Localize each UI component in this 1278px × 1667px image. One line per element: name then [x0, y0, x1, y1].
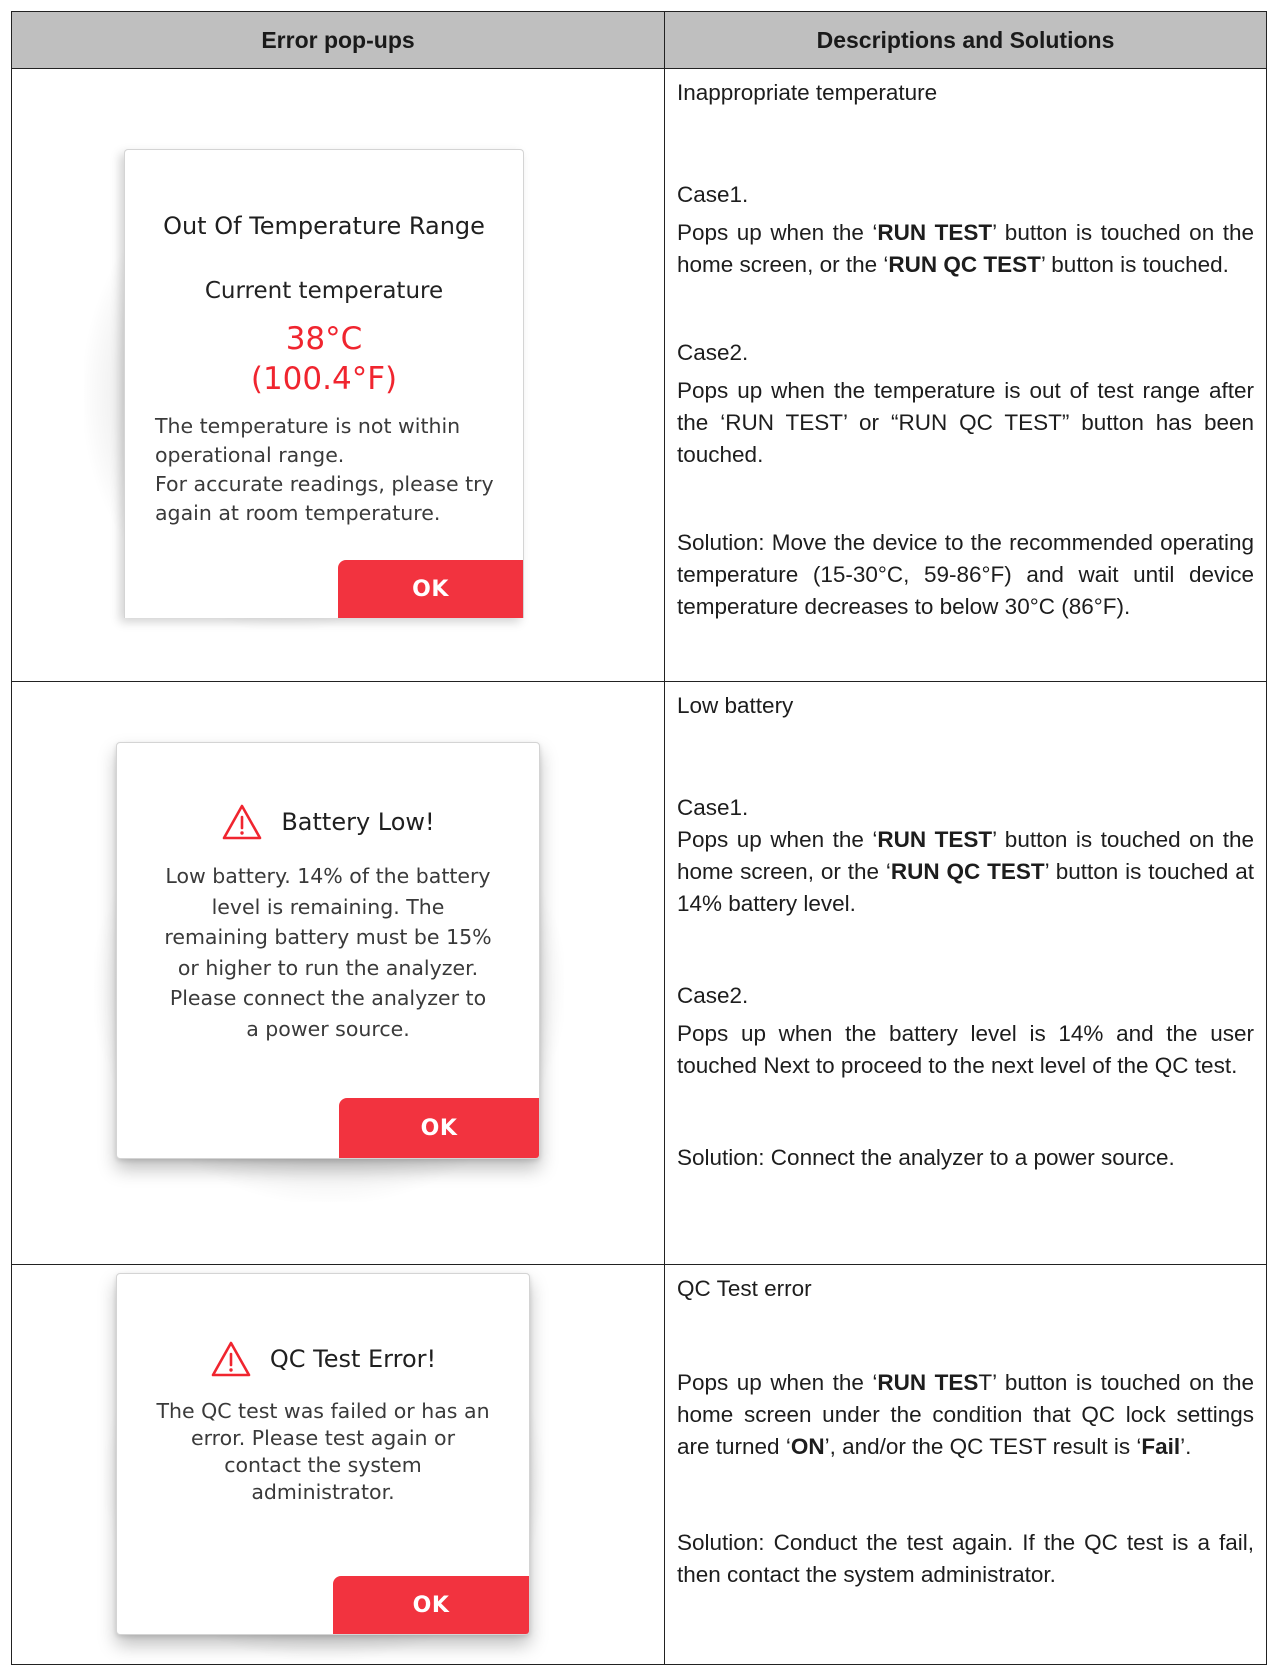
message-line: a power source. [246, 1016, 410, 1041]
description-cell-qc-error: QC Test error Pops up when the ‘RUN TEST… [664, 1264, 1267, 1665]
message-line: again at room temperature. [155, 501, 441, 525]
temperature-celsius: 38°C [285, 321, 363, 357]
popup-message: Low battery. 14% of the battery level is… [117, 861, 539, 1044]
case1-text: Pops up when the ‘RUN TEST’ button is to… [677, 220, 1254, 277]
solution-text: Solution: Move the device to the recomme… [677, 530, 1254, 619]
table-header-row: Error pop-ups Descriptions and Solutions [11, 11, 1267, 69]
message-line: error. Please test again or [190, 1426, 456, 1450]
message-line: administrator. [251, 1480, 395, 1504]
message-line: For accurate readings, please try [155, 472, 494, 496]
temperature-fahrenheit: (100.4°F) [250, 361, 398, 397]
description-heading: QC Test error [677, 1276, 812, 1301]
popup-message: The temperature is not within operationa… [155, 412, 505, 528]
description-cell-battery: Low battery Case1. Pops up when the ‘RUN… [664, 681, 1267, 1265]
case1-label: Case1. [677, 182, 749, 207]
ok-button[interactable]: OK [333, 1576, 529, 1634]
popup-title: Out Of Temperature Range [163, 212, 485, 240]
temperature-popup: Out Of Temperature Range Current tempera… [124, 149, 524, 618]
popup-message: The QC test was failed or has an error. … [117, 1398, 529, 1506]
case1-text: Pops up when the ‘RUN TEST’ button is to… [677, 827, 1254, 916]
popup-title: Battery Low! [281, 808, 435, 836]
case2-text: Pops up when the battery level is 14% an… [677, 1021, 1254, 1078]
message-line: Please connect the analyzer to [169, 986, 487, 1010]
qc-error-text: Pops up when the ‘RUN TEST’ button is to… [677, 1370, 1254, 1459]
message-line: level is remaining. The [211, 894, 445, 919]
table-row: Out Of Temperature Range Current tempera… [11, 68, 1267, 682]
message-line: operational range. [155, 443, 345, 467]
header-error-popups: Error pop-ups [11, 11, 665, 69]
warning-triangle-icon [211, 1341, 251, 1377]
table-row: Battery Low! Low battery. 14% of the bat… [11, 681, 1267, 1265]
message-line: The temperature is not within [155, 414, 461, 438]
message-line: The QC test was failed or has an [156, 1399, 490, 1423]
message-line: remaining battery must be 15% [164, 925, 492, 949]
case2-text: Pops up when the temperature is out of t… [677, 378, 1254, 467]
description-heading: Low battery [677, 693, 794, 718]
header-descriptions-solutions: Descriptions and Solutions [664, 11, 1267, 69]
warning-triangle-icon [223, 804, 262, 840]
error-popups-table: Error pop-ups Descriptions and Solutions… [11, 11, 1267, 1665]
message-line: contact the system [224, 1453, 422, 1477]
popup-cell-battery: Battery Low! Low battery. 14% of the bat… [11, 681, 665, 1265]
case1-label: Case1. [677, 795, 749, 820]
message-line: or higher to run the analyzer. [177, 955, 479, 980]
battery-popup: Battery Low! Low battery. 14% of the bat… [116, 742, 540, 1159]
popup-subtitle: Current temperature [204, 278, 444, 304]
case2-label: Case2. [677, 983, 749, 1008]
ok-button[interactable]: OK [339, 1098, 539, 1158]
case2-label: Case2. [677, 340, 749, 365]
ok-button[interactable]: OK [338, 560, 523, 618]
description-heading: Inappropriate temperature [677, 80, 938, 105]
message-line: Low battery. 14% of the battery [165, 864, 491, 888]
table-row: QC Test Error! The QC test was failed or… [11, 1264, 1267, 1665]
popup-cell-qc-error: QC Test Error! The QC test was failed or… [11, 1264, 665, 1665]
popup-cell-temperature: Out Of Temperature Range Current tempera… [11, 68, 665, 682]
solution-text: Solution: Connect the analyzer to a powe… [677, 1145, 1175, 1170]
solution-text: Solution: Conduct the test again. If the… [677, 1530, 1254, 1587]
popup-title-row: Battery Low! [117, 803, 539, 841]
qc-error-popup: QC Test Error! The QC test was failed or… [116, 1273, 530, 1635]
popup-title: QC Test Error! [269, 1345, 437, 1373]
description-cell-temperature: Inappropriate temperature Case1. Pops up… [664, 68, 1267, 682]
popup-title-row: QC Test Error! [117, 1340, 529, 1378]
